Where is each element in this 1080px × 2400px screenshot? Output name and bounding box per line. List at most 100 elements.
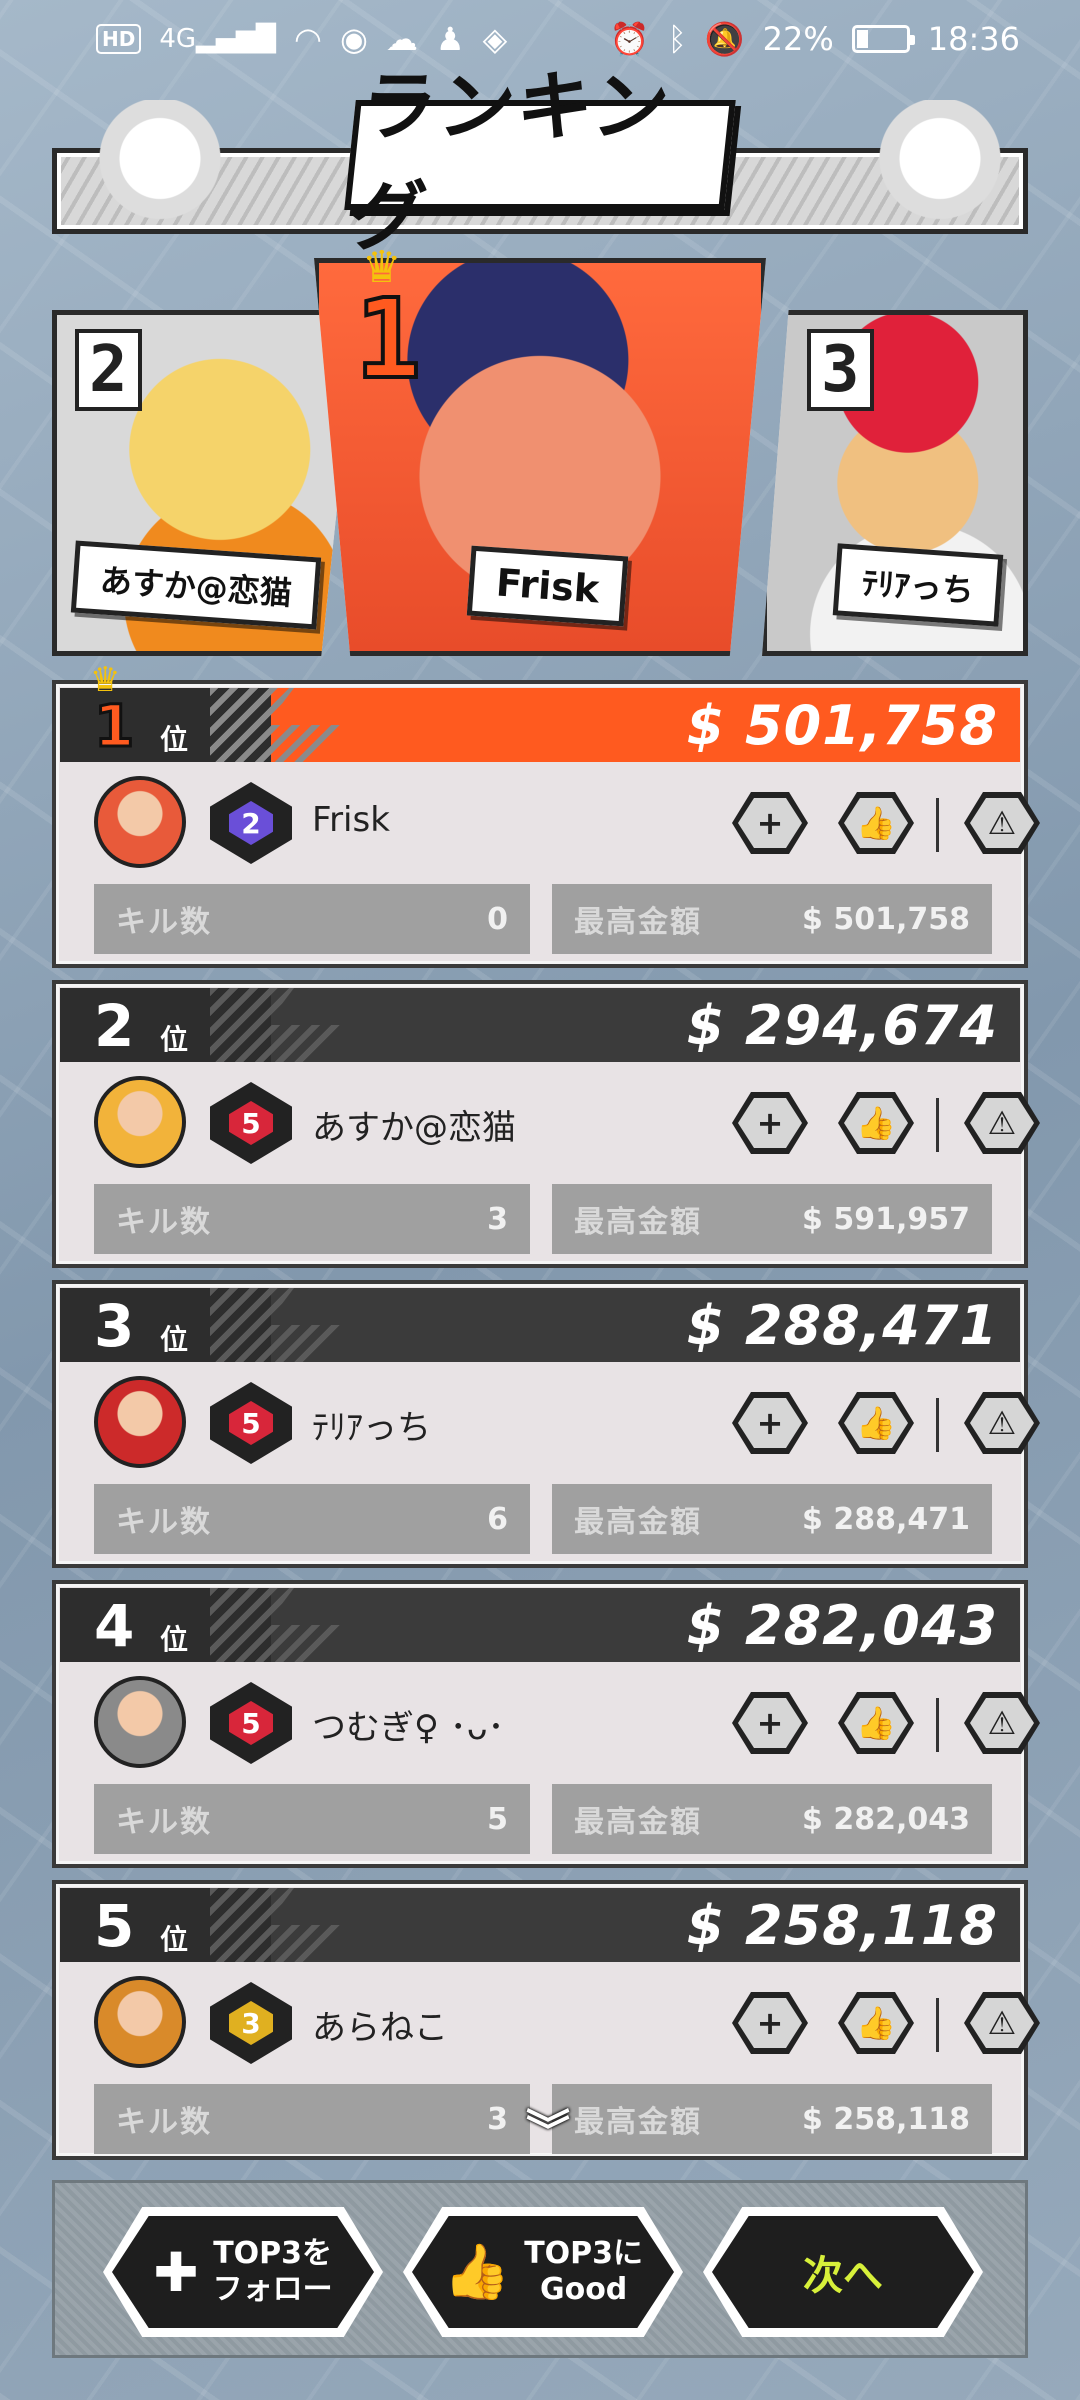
thumbs-up-icon: 👍 — [844, 1098, 908, 1148]
warning-icon: ⚠ — [970, 1098, 1034, 1148]
max-money-value: $ 288,471 — [802, 1501, 970, 1537]
player-name: ﾃﾘｱっち — [312, 1408, 431, 1448]
plus-icon: + — [738, 1698, 802, 1748]
kills-value: 0 — [487, 901, 508, 937]
rank-row: 1 位 $ 501,758 2 Frisk + 👍 ⚠ キル数 0 最高金額 $ 5… — [52, 680, 1040, 968]
rank-number: 3 — [94, 1292, 135, 1360]
page-title: ランキング — [344, 62, 736, 261]
scroll-down-chevron-icon[interactable]: ︾ — [518, 2095, 578, 2157]
kills-value: 3 — [487, 1201, 508, 1237]
bottom-action-bar: ✚ TOP3を フォロー 👍 TOP3に Good 次へ — [52, 2180, 1028, 2358]
follow-button[interactable]: + — [732, 1092, 808, 1154]
player-info: 3 あらねこ + 👍 ⚠ — [60, 1962, 1040, 2072]
next-button[interactable]: 次へ — [703, 2207, 983, 2337]
top3-podium: 2 あすか@恋猫 3 ﾃﾘｱっち 1 Frisk ♛ — [52, 242, 1028, 656]
divider — [936, 1098, 939, 1152]
clock: 18:36 — [927, 20, 1020, 58]
follow-top3-button[interactable]: ✚ TOP3を フォロー — [103, 2207, 383, 2337]
kills-stat: キル数 3 — [94, 1184, 530, 1254]
rank-suffix: 位 — [160, 1323, 189, 1356]
good-button[interactable]: 👍 — [838, 1392, 914, 1454]
rank-row: 3 位 $ 288,471 5 ﾃﾘｱっち + 👍 ⚠ キル数 6 最高金額 $ 2… — [52, 1280, 1040, 1568]
player-info: 5 あすか@恋猫 + 👍 ⚠ — [60, 1062, 1040, 1172]
rank-row: 2 位 $ 294,674 5 あすか@恋猫 + 👍 ⚠ キル数 3 最高金額 $ … — [52, 980, 1040, 1268]
good-top3-button[interactable]: 👍 TOP3に Good — [403, 2207, 683, 2337]
kills-value: 3 — [487, 2101, 508, 2137]
warning-icon: ⚠ — [970, 1698, 1034, 1748]
eye-icon: ◉ — [339, 20, 368, 58]
rank-row: 4 位 $ 282,043 5 つむぎ♀ ･ᴗ･ + 👍 ⚠ キル数 5 最高金額… — [52, 1580, 1040, 1868]
player-name: つむぎ♀ ･ᴗ･ — [312, 1708, 505, 1748]
podium-rank: 2 — [75, 329, 142, 411]
rank-money: $ 501,758 — [686, 694, 998, 757]
follow-button[interactable]: + — [732, 1392, 808, 1454]
plus-icon: ✚ — [153, 2240, 199, 2304]
follow-button[interactable]: + — [732, 1692, 808, 1754]
kills-stat: キル数 6 — [94, 1484, 530, 1554]
plus-icon: + — [738, 1098, 802, 1148]
tier-badge: 5 — [210, 1382, 292, 1464]
player-info: 5 ﾃﾘｱっち + 👍 ⚠ — [60, 1362, 1040, 1472]
kills-value: 6 — [487, 1501, 508, 1537]
rank-number: 2 — [94, 992, 135, 1060]
podium-rank: 3 — [807, 329, 874, 411]
podium-name: Frisk — [466, 545, 629, 627]
thumbs-up-icon: 👍 — [442, 2240, 511, 2303]
rank-money: $ 288,471 — [686, 1294, 998, 1357]
good-button[interactable]: 👍 — [838, 1692, 914, 1754]
good-button[interactable]: 👍 — [838, 1992, 914, 2054]
player-name: あらねこ — [312, 2008, 448, 2048]
rank-suffix: 位 — [160, 1923, 189, 1956]
tier-badge: 5 — [210, 1082, 292, 1164]
good-button[interactable]: 👍 — [838, 792, 914, 854]
podium-card-1[interactable]: 1 Frisk — [314, 258, 766, 656]
rank-number: 4 — [94, 1592, 135, 1660]
tier-badge: 3 — [210, 1982, 292, 2064]
thumbs-up-icon: 👍 — [844, 798, 908, 848]
max-money-value: $ 282,043 — [802, 1801, 970, 1837]
player-info: 2 Frisk + 👍 ⚠ — [60, 762, 1040, 872]
rank-suffix: 位 — [160, 723, 189, 756]
warning-icon: ⚠ — [970, 798, 1034, 848]
rank-money: $ 294,674 — [686, 994, 998, 1057]
thumbs-up-icon: 👍 — [844, 1698, 908, 1748]
divider — [936, 798, 939, 852]
hd-badge: HD — [96, 24, 142, 54]
player-info: 5 つむぎ♀ ･ᴗ･ + 👍 ⚠ — [60, 1662, 1040, 1772]
avatar[interactable] — [94, 1976, 186, 2068]
podium-card-3[interactable]: 3 ﾃﾘｱっち — [762, 310, 1028, 656]
max-money-stat: 最高金額 $ 288,471 — [552, 1484, 992, 1554]
rank-header: 2 位 $ 294,674 — [60, 988, 1020, 1062]
avatar[interactable] — [94, 776, 186, 868]
follow-button[interactable]: + — [732, 1992, 808, 2054]
player-name: Frisk — [312, 800, 390, 840]
tier-badge: 2 — [210, 782, 292, 864]
avatar[interactable] — [94, 1676, 186, 1768]
thumbs-up-icon: 👍 — [844, 1398, 908, 1448]
podium-name: ﾃﾘｱっち — [832, 543, 1004, 627]
max-money-stat: 最高金額 $ 282,043 — [552, 1784, 992, 1854]
follow-top3-label: TOP3を フォロー — [212, 2236, 333, 2307]
rank-header: 4 位 $ 282,043 — [60, 1588, 1020, 1662]
podium-card-2[interactable]: 2 あすか@恋猫 — [52, 310, 358, 656]
avatar[interactable] — [94, 1376, 186, 1468]
avatar[interactable] — [94, 1076, 186, 1168]
max-money-stat: 最高金額 $ 591,957 — [552, 1184, 992, 1254]
kills-stat: キル数 5 — [94, 1784, 530, 1854]
rank-header: 5 位 $ 258,118 — [60, 1888, 1020, 1962]
good-button[interactable]: 👍 — [838, 1092, 914, 1154]
plus-icon: + — [738, 1398, 802, 1448]
follow-button[interactable]: + — [732, 792, 808, 854]
wifi-icon: ◠ — [294, 20, 322, 58]
divider — [936, 1698, 939, 1752]
crown-icon: ♛ — [362, 242, 402, 293]
max-money-stat: 最高金額 $ 501,758 — [552, 884, 992, 954]
max-money-stat: 最高金額 $ 258,118 — [552, 2084, 992, 2154]
kills-value: 5 — [487, 1801, 508, 1837]
divider — [936, 1398, 939, 1452]
plus-icon: + — [738, 798, 802, 848]
cell-signal-icon: 4G▂▄▆█ — [159, 24, 277, 54]
plus-icon: + — [738, 1998, 802, 2048]
max-money-value: $ 501,758 — [802, 901, 970, 937]
rank-number: 5 — [94, 1892, 135, 1960]
